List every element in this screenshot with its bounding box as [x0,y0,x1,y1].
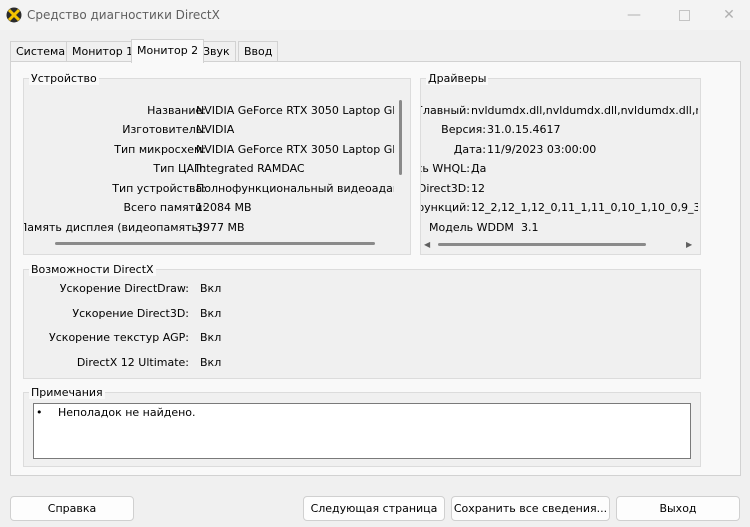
drivers-value-feature-levels: 12_2,12_1,12_0,11_1,11_0,10_1,10_0,9_3,9… [471,201,698,214]
window-title: Средство диагностики DirectX [27,8,220,22]
drivers-value-direct3d: 12 [471,182,485,195]
title-bar: Средство диагностики DirectX — ✕ [0,0,750,30]
drivers-label-version: Версия: [441,123,486,136]
device-value-chip-type: NVIDIA GeForce RTX 3050 Laptop GPU [196,143,394,156]
device-value-manufacturer: NVIDIA [196,123,235,136]
drivers-value-whql: Да [471,162,487,175]
drivers-properties-list: Главный: nvldumdx.dll,nvldumdx.dll,nvldu… [421,100,698,240]
directx-features-title: Возможности DirectX [29,263,156,276]
feature-value-agp: Вкл [200,331,222,344]
device-group-title: Устройство [29,72,99,85]
notes-textbox[interactable]: • Неполадок не найдено. [33,403,691,459]
device-properties-list: Название: NVIDIA GeForce RTX 3050 Laptop… [24,100,394,240]
device-horizontal-scrollbar[interactable] [55,242,375,245]
save-all-button[interactable]: Сохранить все сведения... [451,496,610,521]
drivers-value-wddm: 3.1 [521,221,539,234]
device-value-total-memory: 12084 MB [196,201,252,214]
device-value-device-type: Полнофункциональный видеоадаптер [196,182,394,195]
close-button[interactable]: ✕ [706,0,750,30]
minimize-button[interactable]: — [611,0,657,30]
drivers-label-main: Главный: [421,104,470,117]
tab-monitor-2[interactable]: Монитор 2 [131,39,205,63]
feature-value-directdraw: Вкл [200,282,222,295]
drivers-label-date: Дата: [453,143,486,156]
minimize-icon: — [627,7,641,23]
device-value-display-memory: 3977 MB [196,221,245,234]
next-page-button[interactable]: Следующая страница [303,496,445,521]
drivers-value-date: 11/9/2023 03:00:00 [487,143,597,156]
tab-input[interactable]: Ввод [238,41,279,62]
device-value-name: NVIDIA GeForce RTX 3050 Laptop GPU [196,104,394,117]
device-label-chip-type: Тип микросхем: [114,143,206,156]
device-label-device-type: Тип устройства: [112,182,206,195]
drivers-label-direct3d: Direct3D: [421,182,470,195]
device-label-display-memory: Память дисплея (видеопамять): [24,221,206,234]
notes-item: Неполадок не найдено. [58,406,196,419]
feature-label-direct3d: Ускорение Direct3D: [72,307,189,320]
drivers-label-wddm: Модель WDDM [429,221,514,234]
drivers-group-title: Драйверы [426,72,489,85]
feature-value-dx12-ultimate: Вкл [200,356,222,369]
feature-label-directdraw: Ускорение DirectDraw: [59,282,189,295]
tab-monitor-1[interactable]: Монитор 1 [66,41,140,62]
device-vertical-scrollbar[interactable] [399,100,402,175]
feature-label-agp: Ускорение текстур AGP: [49,331,189,344]
maximize-icon [678,9,690,21]
notes-title: Примечания [29,386,105,399]
feature-label-dx12-ultimate: DirectX 12 Ultimate: [76,356,189,369]
scroll-right-icon[interactable]: ▶ [686,240,692,249]
drivers-label-feature-levels: Уровни функций: [421,201,470,214]
tab-system[interactable]: Система [10,41,72,62]
maximize-button[interactable] [661,0,707,30]
drivers-horizontal-scrollbar[interactable] [438,243,646,246]
directx-icon [6,7,22,23]
feature-value-direct3d: Вкл [200,307,222,320]
scroll-left-icon[interactable]: ◀ [424,240,430,249]
drivers-value-main: nvldumdx.dll,nvldumdx.dll,nvldumdx.dll,n… [471,104,698,117]
help-button[interactable]: Справка [10,496,134,521]
exit-button[interactable]: Выход [616,496,740,521]
device-label-total-memory: Всего памяти: [123,201,206,214]
close-icon: ✕ [723,7,735,23]
device-label-manufacturer: Изготовитель: [122,123,206,136]
drivers-value-version: 31.0.15.4617 [487,123,561,136]
drivers-label-whql: Подпись WHQL: [421,162,470,175]
device-value-dac-type: Integrated RAMDAC [196,162,305,175]
bullet-icon: • [36,406,43,419]
